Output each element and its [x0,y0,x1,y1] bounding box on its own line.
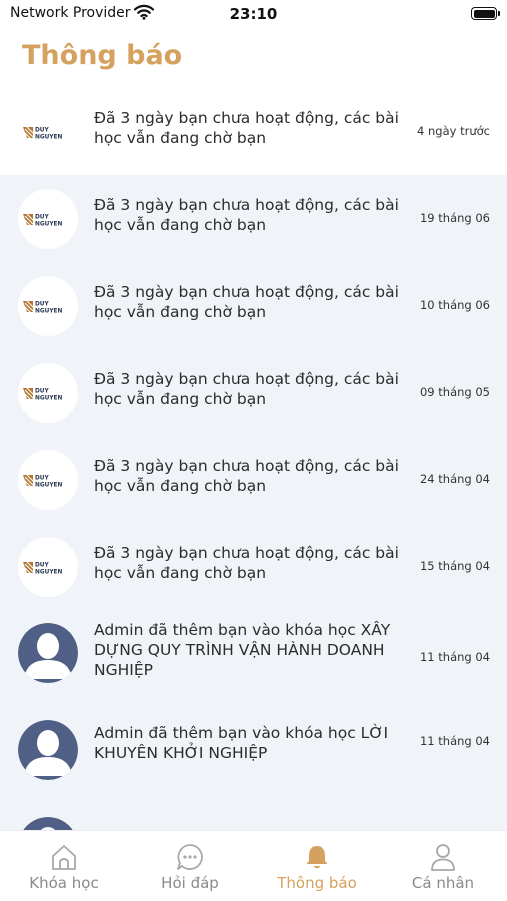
notification-date: 11 tháng 04 [419,734,490,748]
duy-nguyen-logo-icon: DUY NGUYEN [18,102,78,162]
svg-text:DUY: DUY [35,563,50,569]
notification-item[interactable]: DUY NGUYEN Đã 3 ngày bạn chưa hoạt động, … [0,436,507,523]
user-placeholder-icon [18,817,78,830]
duy-nguyen-logo-icon: DUY NGUYEN [18,363,78,423]
notification-date: 19 tháng 06 [419,211,490,225]
duy-nguyen-logo-icon: DUY NGUYEN [18,189,78,249]
status-bar: Network Provider 23:10 [0,0,507,28]
page-title: Thông báo [22,40,183,71]
notification-item[interactable]: Admin đã thêm bạn vào khóa học XÂY DỰNG … [0,610,507,707]
svg-text:NGUYEN: NGUYEN [35,135,62,141]
notification-list[interactable]: DUY NGUYEN Đã 3 ngày bạn chưa hoạt động, … [0,88,507,830]
tab-thong-bao[interactable]: Thông báo [254,839,380,899]
tab-label: Hỏi đáp [161,874,219,892]
user-placeholder-icon [18,720,78,780]
tab-label: Cá nhân [411,874,475,892]
notification-item[interactable]: Admin đã thêm bạn vào khóa học LỜI KHUYÊ… [0,707,507,804]
svg-text:NGUYEN: NGUYEN [35,570,62,576]
tab-label: Khóa học [29,874,99,892]
svg-text:NGUYEN: NGUYEN [35,483,62,489]
svg-text:NGUYEN: NGUYEN [35,222,62,228]
notification-date: 15 tháng 04 [419,559,490,573]
notification-date: 10 tháng 06 [419,298,490,312]
home-icon [52,845,76,870]
notification-item[interactable]: DUY NGUYEN Đã 3 ngày bạn chưa hoạt động, … [0,175,507,262]
user-placeholder-icon [18,623,78,683]
notification-text: Đã 3 ngày bạn chưa hoạt động, các bài họ… [94,196,399,234]
notification-date: 11 tháng 04 [419,650,490,664]
tab-khoa-hoc[interactable]: Khóa học [1,839,127,899]
svg-text:NGUYEN: NGUYEN [35,309,62,315]
chat-bubble-icon [177,844,203,870]
notification-text: Đã 3 ngày bạn chưa hoạt động, các bài họ… [94,109,399,147]
svg-text:DUY: DUY [35,215,50,221]
notification-item[interactable]: DUY NGUYEN Đã 3 ngày bạn chưa hoạt động, … [0,88,507,175]
notification-text: Đã 3 ngày bạn chưa hoạt động, các bài họ… [94,370,399,408]
tab-bar: Khóa học Hỏi đáp Thông báo Cá nhân [0,830,507,901]
notification-date: 4 ngày trước [417,124,490,138]
notification-date: 24 tháng 04 [419,472,490,486]
duy-nguyen-logo-icon: DUY NGUYEN [18,450,78,510]
bell-icon [306,846,328,869]
tab-ca-nhan[interactable]: Cá nhân [380,839,506,899]
svg-text:DUY: DUY [35,302,50,308]
notification-item[interactable]: DUY NGUYEN Đã 3 ngày bạn chưa hoạt động, … [0,349,507,436]
battery-icon [471,7,500,20]
notification-item[interactable]: DUY NGUYEN Đã 3 ngày bạn chưa hoạt động, … [0,262,507,349]
notification-text: Đã 3 ngày bạn chưa hoạt động, các bài họ… [94,283,399,321]
svg-text:DUY: DUY [35,476,50,482]
duy-nguyen-logo-icon: DUY NGUYEN [18,537,78,597]
svg-text:DUY: DUY [35,128,50,134]
notification-text: Đã 3 ngày bạn chưa hoạt động, các bài họ… [94,457,399,495]
notification-item[interactable]: DUY NGUYEN Đã 3 ngày bạn chưa hoạt động, … [0,523,507,610]
tab-hoi-dap[interactable]: Hỏi đáp [127,839,253,899]
notification-text: Admin đã thêm bạn vào khóa học XÂY DỰNG … [94,621,391,679]
notification-date: 09 tháng 05 [419,385,490,399]
notification-item[interactable] [0,804,507,830]
user-icon [431,844,455,871]
notification-text: Admin đã thêm bạn vào khóa học LỜI KHUYÊ… [94,724,389,762]
notification-text: Đã 3 ngày bạn chưa hoạt động, các bài họ… [94,544,399,582]
duy-nguyen-logo-icon: DUY NGUYEN [18,276,78,336]
clock: 23:10 [229,5,278,23]
tab-label: Thông báo [277,874,357,892]
svg-text:NGUYEN: NGUYEN [35,396,62,402]
svg-text:DUY: DUY [35,389,50,395]
